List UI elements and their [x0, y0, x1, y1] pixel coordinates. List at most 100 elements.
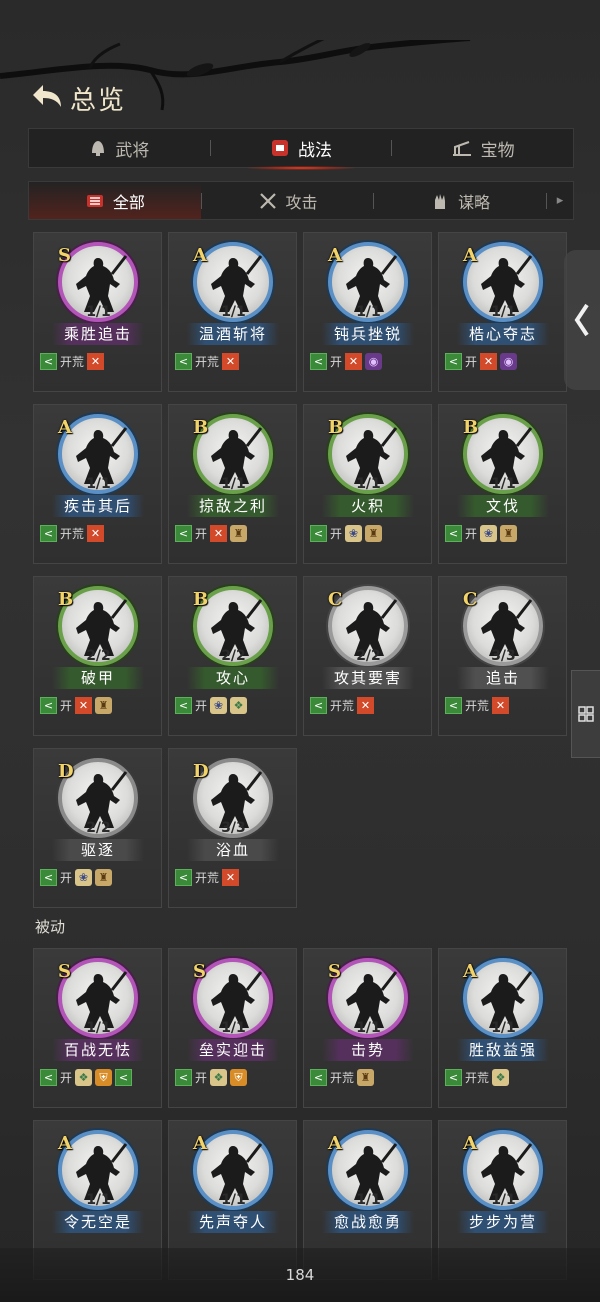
- red-tag-icon: ✕: [222, 869, 240, 886]
- tactic-card[interactable]: S 1/1 乘胜追击 < 开荒 ✕: [33, 232, 162, 392]
- tactic-name: 掠敌之利: [187, 495, 279, 517]
- tactic-count: 3/3: [491, 648, 516, 664]
- tactic-name: 浴血: [187, 839, 279, 861]
- tactic-card[interactable]: B 1/1 文伐 < 开 ❀ ♜: [438, 404, 567, 564]
- fist-icon: [272, 140, 288, 156]
- green-tag-icon: <: [40, 353, 57, 370]
- teal-tag-icon: ❖: [210, 1069, 228, 1086]
- tactic-card[interactable]: B 1/1 掠敌之利 < 开 ✕ ♜: [168, 404, 297, 564]
- tactic-name: 击势: [322, 1039, 414, 1061]
- tactic-grade: A: [58, 417, 72, 438]
- tag-label: 开荒: [465, 699, 490, 713]
- tactic-tags: < 开荒 ✕: [175, 353, 240, 370]
- page-title: 总览: [70, 85, 127, 116]
- tactic-grade: B: [193, 589, 209, 610]
- tactic-grade: A: [58, 1133, 72, 1154]
- side-drawer-toggle[interactable]: [564, 250, 600, 390]
- gold-tag-icon: ♜: [95, 869, 113, 886]
- tactic-card[interactable]: A 1/1 胜敌益强 < 开荒 ❖: [438, 948, 567, 1108]
- tactic-count: 1/1: [86, 476, 111, 492]
- tactic-name: 温酒斩将: [187, 323, 279, 345]
- green-tag-icon: <: [175, 353, 192, 370]
- red-tag-icon: ✕: [222, 353, 240, 370]
- tactic-count: 1/1: [221, 476, 246, 492]
- tactic-tags: < 开荒 ✕: [40, 353, 105, 370]
- grid-view-button[interactable]: [571, 670, 600, 758]
- purple-tag-icon: ◉: [365, 353, 383, 370]
- green-tag-icon: <: [40, 525, 57, 542]
- crossed-swords-icon: [259, 192, 276, 209]
- tag-label: 开: [465, 355, 478, 369]
- tactic-card[interactable]: B 2/2 攻心 < 开 ❀ ❖: [168, 576, 297, 736]
- tactic-count: 1/1: [491, 476, 516, 492]
- tactic-name: 追击: [457, 667, 549, 689]
- tactic-count: 1/1: [221, 1020, 246, 1036]
- tactic-name: 攻心: [187, 667, 279, 689]
- blue-tag-icon: ❀: [345, 525, 363, 542]
- tactic-grade: B: [58, 589, 74, 610]
- tactic-card[interactable]: A 1/1 疾击其后 < 开荒 ✕: [33, 404, 162, 564]
- tag-label: 开: [465, 527, 478, 541]
- tactic-count: 3/3: [221, 820, 246, 836]
- tactic-card[interactable]: A 1/1 梏心夺志 < 开 ✕ ◉: [438, 232, 567, 392]
- grid-icon: [578, 706, 594, 722]
- red-tag-icon: ✕: [492, 697, 510, 714]
- back-arrow-icon: [33, 85, 61, 107]
- tactic-grade: B: [463, 417, 479, 438]
- green-tag-icon: <: [175, 697, 192, 714]
- tactic-count: 2/2: [86, 648, 111, 664]
- tactic-card[interactable]: D 3/3 浴血 < 开荒 ✕: [168, 748, 297, 908]
- tactic-grade: D: [58, 761, 74, 782]
- red-tag-icon: ✕: [210, 525, 228, 542]
- tactic-name: 梏心夺志: [457, 323, 549, 345]
- green-tag-icon: <: [40, 697, 57, 714]
- red-tag-icon: ✕: [345, 353, 363, 370]
- tactic-grade: A: [328, 245, 342, 266]
- tactic-tags: < 开 ❀ ❖: [175, 697, 248, 714]
- orange-tag-icon: ⛨: [230, 1069, 248, 1086]
- blue-tag-icon: ❀: [75, 869, 93, 886]
- tab-tactics[interactable]: 战法: [211, 129, 392, 170]
- tactic-grade: S: [58, 961, 71, 982]
- tag-label: 开: [60, 871, 73, 885]
- tactic-card[interactable]: B 1/1 火积 < 开 ❀ ♜: [303, 404, 432, 564]
- tactic-card[interactable]: A 1/1 钝兵挫锐 < 开 ✕ ◉: [303, 232, 432, 392]
- hand-icon: [435, 193, 446, 209]
- tactic-card[interactable]: A 1/1 温酒斩将 < 开荒 ✕: [168, 232, 297, 392]
- tactic-card[interactable]: S 1/1 垒实迎击 < 开 ❖ ⛨: [168, 948, 297, 1108]
- scroll-right-icon[interactable]: ▸: [547, 182, 573, 219]
- filter-attack[interactable]: 攻击: [202, 182, 374, 219]
- tactic-count: 2/2: [356, 648, 381, 664]
- tactic-tags: < 开荒 ✕: [445, 697, 510, 714]
- tactic-card[interactable]: C 3/3 追击 < 开荒 ✕: [438, 576, 567, 736]
- tactic-card[interactable]: D 2/2 驱逐 < 开 ❀ ♜: [33, 748, 162, 908]
- tactic-name: 百战无怯: [52, 1039, 144, 1061]
- tag-label: 开荒: [330, 699, 355, 713]
- tactic-tags: < 开 ❖ ⛨ <: [40, 1069, 133, 1086]
- tactic-name: 钝兵挫锐: [322, 323, 414, 345]
- passive-tactics-grid: S 1/1 百战无怯 < 开 ❖ ⛨ < S 1/1 垒实迎击 < 开 ❖ ⛨ S 1/1 击势 < 开荒 ♜ A 1/1 胜…: [33, 948, 569, 1280]
- tactic-count: 1/1: [221, 1192, 246, 1208]
- tactic-count: 1/1: [221, 304, 246, 320]
- filter-all[interactable]: 全部: [29, 182, 201, 219]
- tactic-card[interactable]: B 2/2 破甲 < 开 ✕ ♜: [33, 576, 162, 736]
- tactic-count: 1/1: [491, 304, 516, 320]
- teal-tag-icon: ❖: [230, 697, 248, 714]
- tactic-name: 火积: [322, 495, 414, 517]
- tag-label: 开荒: [60, 355, 85, 369]
- green-tag-icon: <: [310, 697, 327, 714]
- tactic-tags: < 开荒 ✕: [175, 869, 240, 886]
- red-tag-icon: ✕: [357, 697, 375, 714]
- green-tag-icon: <: [445, 697, 462, 714]
- green-tag-icon: <: [445, 1069, 462, 1086]
- tab-generals[interactable]: 武将: [29, 129, 210, 167]
- back-button[interactable]: [28, 81, 68, 115]
- tab-treasure[interactable]: 宝物: [392, 129, 573, 167]
- tactic-grade: S: [328, 961, 341, 982]
- tactic-card[interactable]: S 1/1 百战无怯 < 开 ❖ ⛨ <: [33, 948, 162, 1108]
- tactic-grade: B: [328, 417, 344, 438]
- gold-tag-icon: ♜: [500, 525, 518, 542]
- tactic-card[interactable]: C 2/2 攻其要害 < 开荒 ✕: [303, 576, 432, 736]
- filter-strategy[interactable]: 谋略: [374, 182, 546, 219]
- tactic-card[interactable]: S 1/1 击势 < 开荒 ♜: [303, 948, 432, 1108]
